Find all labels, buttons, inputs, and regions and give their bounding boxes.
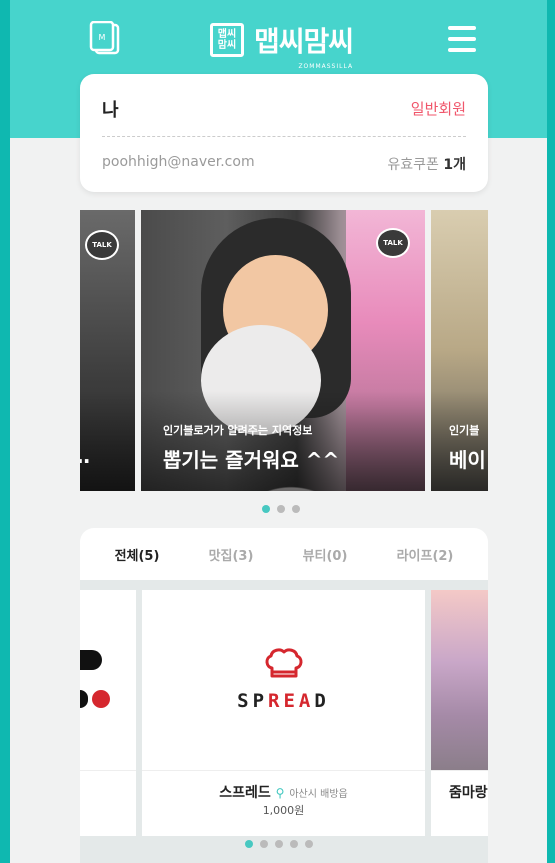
product-image: SPREAD bbox=[142, 590, 425, 770]
profile-name: 나 bbox=[102, 100, 119, 121]
hamburger-menu-icon[interactable] bbox=[448, 26, 476, 52]
slide-title: 베이 bbox=[449, 448, 486, 472]
talk-badge-text: TALK bbox=[383, 239, 403, 247]
pagination-dot[interactable] bbox=[245, 840, 253, 848]
product-name: 줌마랑 bbox=[449, 785, 488, 801]
slide-shade bbox=[80, 391, 135, 491]
slide-shade bbox=[431, 391, 488, 491]
tab-food[interactable]: 맛집(3) bbox=[209, 545, 254, 564]
carousel-slide-main[interactable]: TALK 인기블로거가 알려주는 지역정보 뽑기는 즐거워요 ^^ bbox=[141, 210, 425, 491]
carousel-slide[interactable]: TALK … bbox=[80, 210, 135, 491]
logo-text: 맵씨맘씨 bbox=[254, 25, 354, 58]
product-name: 스프레드 bbox=[219, 785, 271, 801]
talk-badge-icon: TALK bbox=[85, 230, 119, 260]
category-panel: 전체(5) 맛집(3) 뷰티(0) 라이프(2) SPREAD 스프레드 ⚲ 아… bbox=[80, 528, 488, 863]
slide-shade bbox=[141, 391, 425, 491]
category-tabs: 전체(5) 맛집(3) 뷰티(0) 라이프(2) bbox=[80, 528, 488, 580]
pagination-dot[interactable] bbox=[290, 840, 298, 848]
carousel-slide[interactable]: 인기블 베이 bbox=[431, 210, 488, 491]
product-card[interactable] bbox=[80, 590, 136, 836]
product-divider bbox=[80, 770, 136, 771]
profile-divider bbox=[102, 136, 466, 137]
product-name-row: 스프레드 ⚲ 아산시 배방읍 bbox=[142, 782, 425, 802]
product-logo-fragment bbox=[80, 690, 88, 708]
coupon-value: 1개 bbox=[443, 157, 466, 173]
brand-prefix: SP bbox=[237, 690, 269, 712]
profile-email: poohhigh@naver.com bbox=[102, 154, 255, 170]
product-location: 아산시 배방읍 bbox=[289, 789, 348, 800]
slide-subtitle: 인기블로거가 알려주는 지역정보 bbox=[163, 424, 313, 437]
pagination-dot[interactable] bbox=[275, 840, 283, 848]
product-divider bbox=[142, 770, 425, 771]
product-card-spread[interactable]: SPREAD 스프레드 ⚲ 아산시 배방읍 1,000원 bbox=[142, 590, 425, 836]
slide-title: … bbox=[80, 444, 90, 468]
brand-accent: REA bbox=[268, 690, 315, 712]
coupon-count[interactable]: 유효쿠폰 1개 bbox=[387, 154, 466, 174]
member-grade: 일반회원 bbox=[410, 100, 466, 118]
carousel-pagination bbox=[262, 505, 300, 513]
brand-wordmark: SPREAD bbox=[142, 690, 425, 712]
location-pin-icon: ⚲ bbox=[275, 786, 285, 800]
slide-title: 뽑기는 즐거워요 ^^ bbox=[163, 448, 340, 472]
blog-carousel[interactable]: TALK … TALK 인기블로거가 알려주는 지역정보 뽑기는 즐거워요 ^^… bbox=[80, 210, 488, 491]
chef-hat-icon bbox=[265, 648, 303, 678]
product-price: 1,000원 bbox=[262, 804, 305, 817]
logo-subtext: ZOMMASSILLA bbox=[298, 63, 354, 70]
product-card[interactable]: 줌마랑 bbox=[431, 590, 488, 836]
slide-subtitle: 인기블 bbox=[449, 424, 480, 437]
app-logo[interactable]: 맵씨 맘씨 맵씨맘씨 ZOMMASSILLA bbox=[210, 18, 380, 70]
coupon-label: 유효쿠폰 bbox=[387, 157, 439, 173]
product-logo-fragment bbox=[80, 650, 102, 670]
brand-suffix: D bbox=[314, 690, 330, 712]
talk-badge-text: TALK bbox=[92, 241, 112, 249]
tab-all[interactable]: 전체(5) bbox=[115, 545, 160, 564]
card-stack-icon[interactable]: M bbox=[87, 20, 123, 57]
product-pagination bbox=[245, 840, 313, 848]
pagination-dot[interactable] bbox=[277, 505, 285, 513]
pagination-dot[interactable] bbox=[292, 505, 300, 513]
pagination-dot[interactable] bbox=[260, 840, 268, 848]
pagination-dot[interactable] bbox=[262, 505, 270, 513]
tab-life[interactable]: 라이프(2) bbox=[397, 545, 454, 564]
svg-text:M: M bbox=[99, 33, 106, 42]
logo-text-wrap: 맵씨맘씨 ZOMMASSILLA bbox=[254, 20, 354, 70]
profile-card[interactable]: 나 일반회원 poohhigh@naver.com 유효쿠폰 1개 bbox=[80, 74, 488, 192]
pagination-dot[interactable] bbox=[305, 840, 313, 848]
product-divider bbox=[431, 770, 488, 771]
product-image bbox=[431, 590, 488, 770]
app-frame: M 맵씨 맘씨 맵씨맘씨 ZOMMASSILLA 나 일반회원 poohhigh… bbox=[10, 0, 547, 863]
tab-beauty[interactable]: 뷰티(0) bbox=[303, 545, 348, 564]
talk-badge-icon: TALK bbox=[376, 228, 410, 258]
product-logo-badge bbox=[92, 690, 110, 708]
logo-box: 맵씨 맘씨 bbox=[210, 23, 244, 57]
